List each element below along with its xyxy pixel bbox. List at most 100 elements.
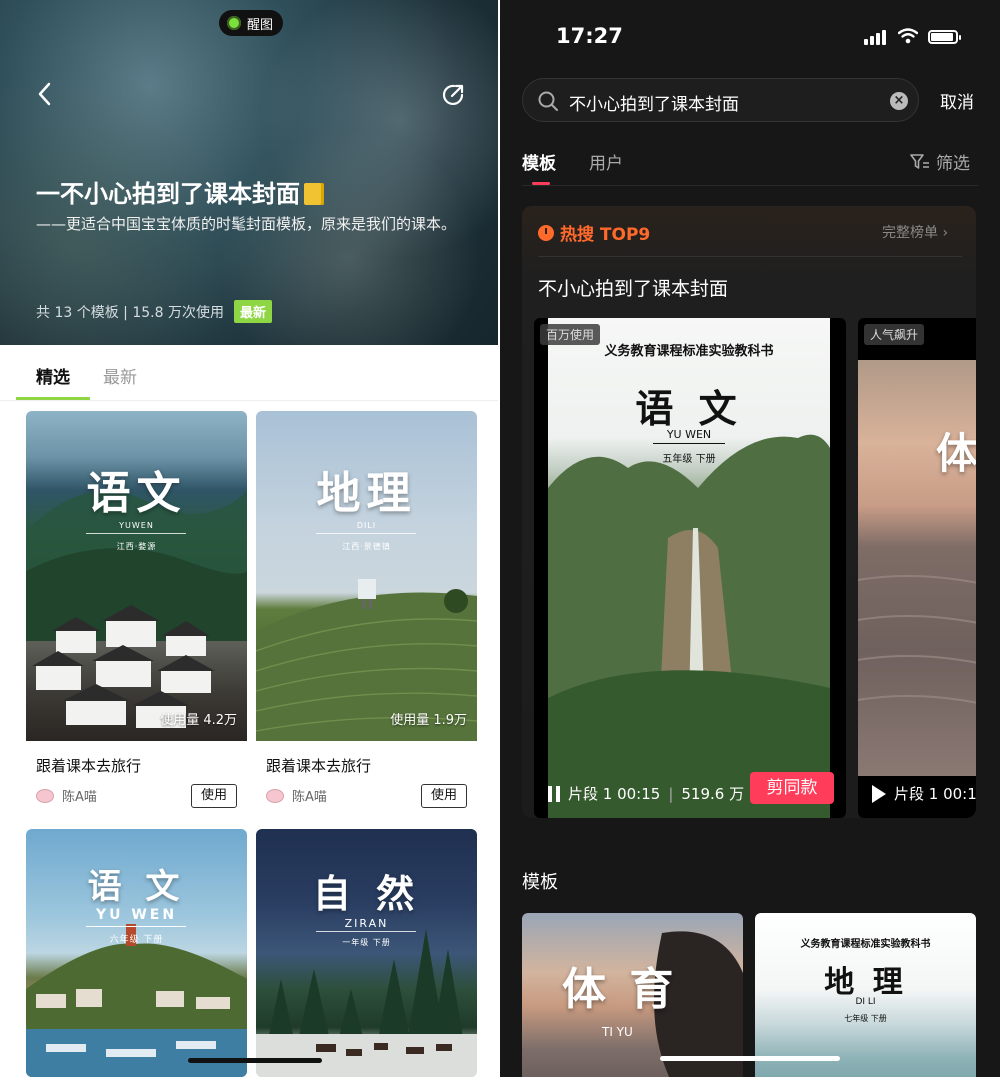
- panel-divider: [538, 256, 962, 257]
- notebook-emoji-icon: [304, 183, 324, 205]
- card-title[interactable]: 跟着课本去旅行: [36, 755, 141, 776]
- video-preview[interactable]: 义务教育课程标准实验教科书 语 文 YU WEN 五年级 下册 百万使用 片段 …: [534, 318, 846, 818]
- video-frame: 体: [858, 360, 976, 776]
- author-name: 陈A喵: [62, 790, 97, 805]
- cancel-button[interactable]: 取消: [940, 88, 974, 113]
- million-uses-tag: 百万使用: [540, 324, 601, 345]
- cover-title: 地 理: [824, 965, 907, 1000]
- playback-bar: 片段 1 00:1: [872, 783, 976, 804]
- hot-query[interactable]: 不小心拍到了课本封面: [538, 274, 728, 301]
- cover-title: 体 育: [562, 964, 678, 1015]
- template-tile[interactable]: 义务教育课程标准实验教科书 地 理 DI LI 七年级 下册: [755, 913, 976, 1077]
- segment-time: 片段 1 00:15: [568, 785, 661, 803]
- pig-avatar-icon: [266, 788, 284, 803]
- app-pill: 醒图: [219, 10, 284, 36]
- full-ranking-link[interactable]: 完整榜单 ›: [882, 222, 948, 242]
- cover-rule: [86, 926, 186, 927]
- cover-pinyin: DILI: [356, 521, 377, 530]
- template-card[interactable]: 语文 YUWEN 江西·婺源 使用量 4.2万 跟着课本去旅行 陈A喵 使用: [26, 411, 247, 819]
- tab-underline: [522, 185, 978, 186]
- cover-pinyin: ZIRAN: [344, 917, 389, 930]
- cover-rule: [316, 931, 416, 932]
- cover-place: 江西·婺源: [116, 542, 157, 551]
- cover-pinyin: TI YU: [602, 1025, 633, 1039]
- usage-count: 使用量 1.9万: [390, 713, 467, 728]
- cover-title: 语 文: [635, 386, 743, 431]
- template-cover[interactable]: 自 然 ZIRAN 一年级 下册: [256, 829, 477, 1077]
- cover-pinyin: YU WEN: [666, 428, 712, 441]
- share-icon[interactable]: [440, 82, 466, 108]
- search-icon: [538, 91, 558, 111]
- segment-time: 片段 1 00:1: [894, 785, 976, 803]
- cover-title: 体: [936, 429, 976, 478]
- cover-place: 江西·景德镇: [342, 542, 391, 551]
- divider-pipe: |: [668, 784, 674, 803]
- status-time: 17:27: [556, 24, 623, 48]
- cover-pinyin: YUWEN: [119, 521, 154, 530]
- cover-rule: [653, 443, 725, 444]
- hot-search-label: 热搜 TOP9: [560, 225, 651, 245]
- cover-rule: [316, 533, 416, 534]
- template-cover[interactable]: 语文 YUWEN 江西·婺源 使用量 4.2万: [26, 411, 247, 741]
- wifi-icon: [898, 28, 918, 44]
- cellular-signal-icon: [864, 30, 886, 45]
- filter-label: 筛选: [936, 154, 970, 174]
- stats-text: 共 13 个模板 | 15.8 万次使用: [36, 304, 224, 321]
- cover-grade: 一年级 下册: [342, 938, 391, 947]
- clear-search-icon[interactable]: ×: [890, 92, 908, 110]
- home-indicator: [660, 1056, 840, 1061]
- trending-tag: 人气飙升: [864, 324, 925, 345]
- hot-search-panel: 热搜 TOP9 完整榜单 › 不小心拍到了课本封面 义务教育课程标准实验教科书 …: [522, 206, 976, 818]
- left-screen: 醒图 一不小心拍到了课本封面 ——更适合中国宝宝体质的时髦封面模板，原来是我们的…: [0, 0, 500, 1077]
- template-cover[interactable]: 地理 DILI 江西·景德镇 使用量 1.9万: [256, 411, 477, 741]
- cover-rule: [86, 533, 186, 534]
- cover-pinyin: YU WEN: [95, 907, 178, 923]
- tab-templates[interactable]: 模板: [522, 149, 556, 174]
- app-logo-icon: [227, 16, 241, 30]
- clock-icon: [538, 224, 554, 241]
- cover-pinyin: DI LI: [855, 997, 876, 1007]
- search-input[interactable]: 不小心拍到了课本封面: [569, 90, 739, 115]
- battery-icon: [928, 30, 961, 44]
- filter-button[interactable]: 筛选: [910, 149, 970, 174]
- cover-grade: 六年级 下册: [109, 935, 164, 945]
- card-author[interactable]: 陈A喵: [266, 786, 327, 805]
- templates-section-title: 模板: [522, 872, 558, 893]
- use-template-button[interactable]: 使用: [421, 784, 467, 808]
- video-preview[interactable]: 体 人气飙升 片段 1 00:1: [858, 318, 976, 818]
- author-name: 陈A喵: [292, 790, 327, 805]
- cover-grade: 五年级 下册: [662, 454, 716, 465]
- collection-title-text: 一不小心拍到了课本封面: [36, 180, 300, 208]
- filter-icon: [910, 153, 929, 169]
- app-name: 醒图: [247, 17, 274, 33]
- pause-icon[interactable]: [548, 785, 560, 802]
- status-bar: 17:27: [500, 0, 1000, 70]
- card-author[interactable]: 陈A喵: [36, 786, 97, 805]
- collection-stats: 共 13 个模板 | 15.8 万次使用 最新: [36, 300, 272, 323]
- template-card[interactable]: 地理 DILI 江西·景德镇 使用量 1.9万 跟着课本去旅行 陈A喵 使用: [256, 411, 477, 819]
- template-card[interactable]: 语 文 YU WEN 六年级 下册: [26, 829, 247, 1077]
- play-icon[interactable]: [872, 784, 886, 803]
- cover-title: 语文: [86, 468, 187, 519]
- cover-grade: 七年级 下册: [844, 1014, 887, 1023]
- collection-title: 一不小心拍到了课本封面: [36, 174, 324, 209]
- collection-hero: 醒图 一不小心拍到了课本封面 ——更适合中国宝宝体质的时髦封面模板，原来是我们的…: [0, 0, 500, 345]
- search-bar[interactable]: 不小心拍到了课本封面 ×: [522, 78, 919, 122]
- template-card[interactable]: 自 然 ZIRAN 一年级 下册: [256, 829, 477, 1077]
- tab-users[interactable]: 用户: [589, 149, 623, 174]
- hot-search-header: 热搜 TOP9: [538, 220, 650, 245]
- make-same-button[interactable]: 剪同款: [750, 772, 834, 804]
- cover-title: 语 文: [87, 867, 186, 907]
- template-cover[interactable]: 语 文 YU WEN 六年级 下册: [26, 829, 247, 1077]
- right-screen: 17:27 不小心拍到了课本封面 × 取消 模板 用户 筛选 热搜 TOP9 完…: [500, 0, 1000, 1077]
- back-arrow-icon[interactable]: [34, 80, 56, 108]
- tab-latest[interactable]: 最新: [103, 363, 137, 388]
- card-title[interactable]: 跟着课本去旅行: [266, 755, 371, 776]
- template-tile[interactable]: 体 育 TI YU: [522, 913, 743, 1077]
- collection-tabs: 精选 最新: [0, 345, 500, 401]
- tab-featured[interactable]: 精选: [36, 363, 70, 388]
- playback-bar: 片段 1 00:15 | 519.6 万: [548, 783, 744, 804]
- home-indicator: [188, 1058, 322, 1063]
- use-template-button[interactable]: 使用: [191, 784, 237, 808]
- usage-count: 使用量 4.2万: [160, 713, 237, 728]
